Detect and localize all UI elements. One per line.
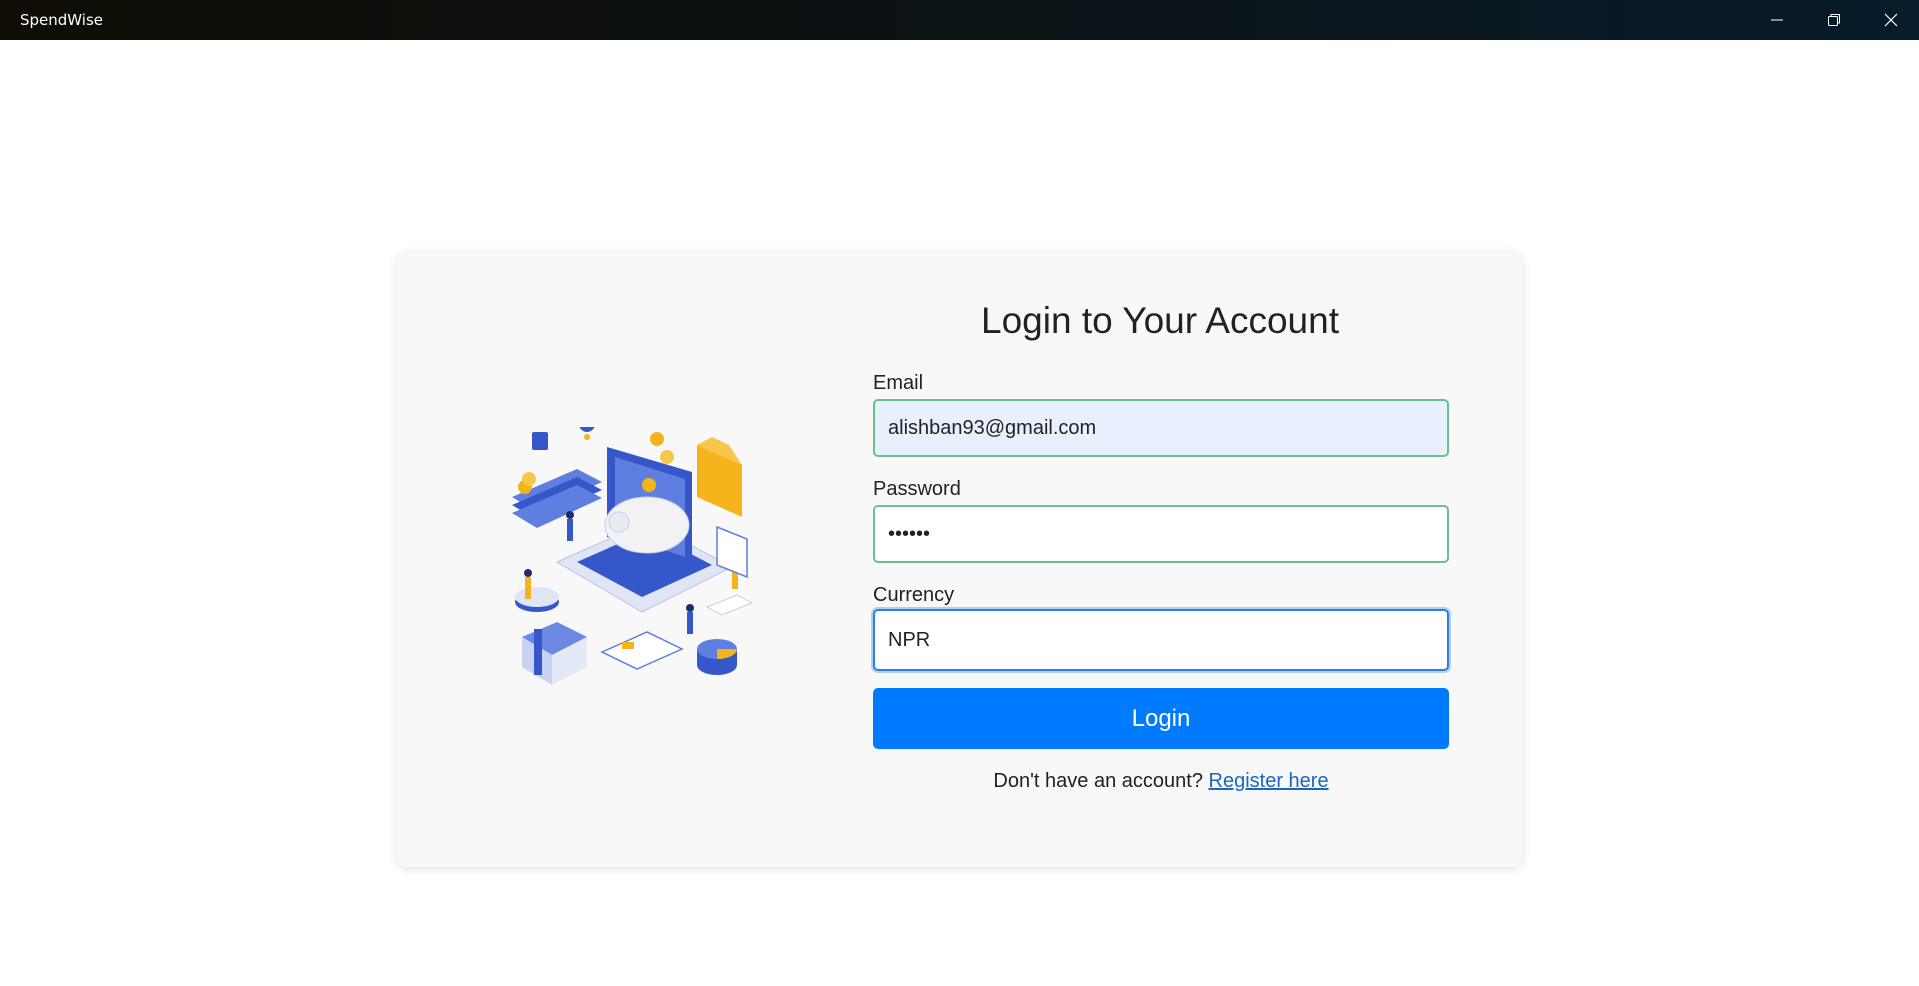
email-label: Email [873,372,924,394]
minimize-icon [1771,19,1783,21]
close-icon [1884,13,1898,27]
currency-value: NPR [888,628,931,651]
minimize-button[interactable] [1749,0,1805,40]
register-link[interactable]: Register here [1209,770,1329,792]
currency-label: Currency [873,584,955,606]
finance-isometric-illustration-icon [512,416,754,685]
email-field[interactable]: alishban93@gmail.com [873,399,1449,457]
restore-icon [1828,14,1840,26]
register-prompt-row: Don't have an account? Register here [873,770,1449,793]
currency-field[interactable]: NPR [873,609,1449,671]
login-card: Login to Your Account Email alishban93@g… [397,252,1522,867]
finance-illustration [507,416,767,687]
app-title: SpendWise [20,11,104,29]
email-value: alishban93@gmail.com [888,416,1097,439]
title-bar: SpendWise [0,0,1919,40]
login-button[interactable]: Login [873,688,1449,749]
register-prompt: Don't have an account? [993,770,1203,792]
close-button[interactable] [1863,0,1919,40]
password-value: •••••• [888,522,931,545]
restore-button[interactable] [1806,0,1862,40]
password-field[interactable]: •••••• [873,505,1449,563]
page-title: Login to Your Account [981,300,1339,341]
password-label: Password [873,478,961,500]
